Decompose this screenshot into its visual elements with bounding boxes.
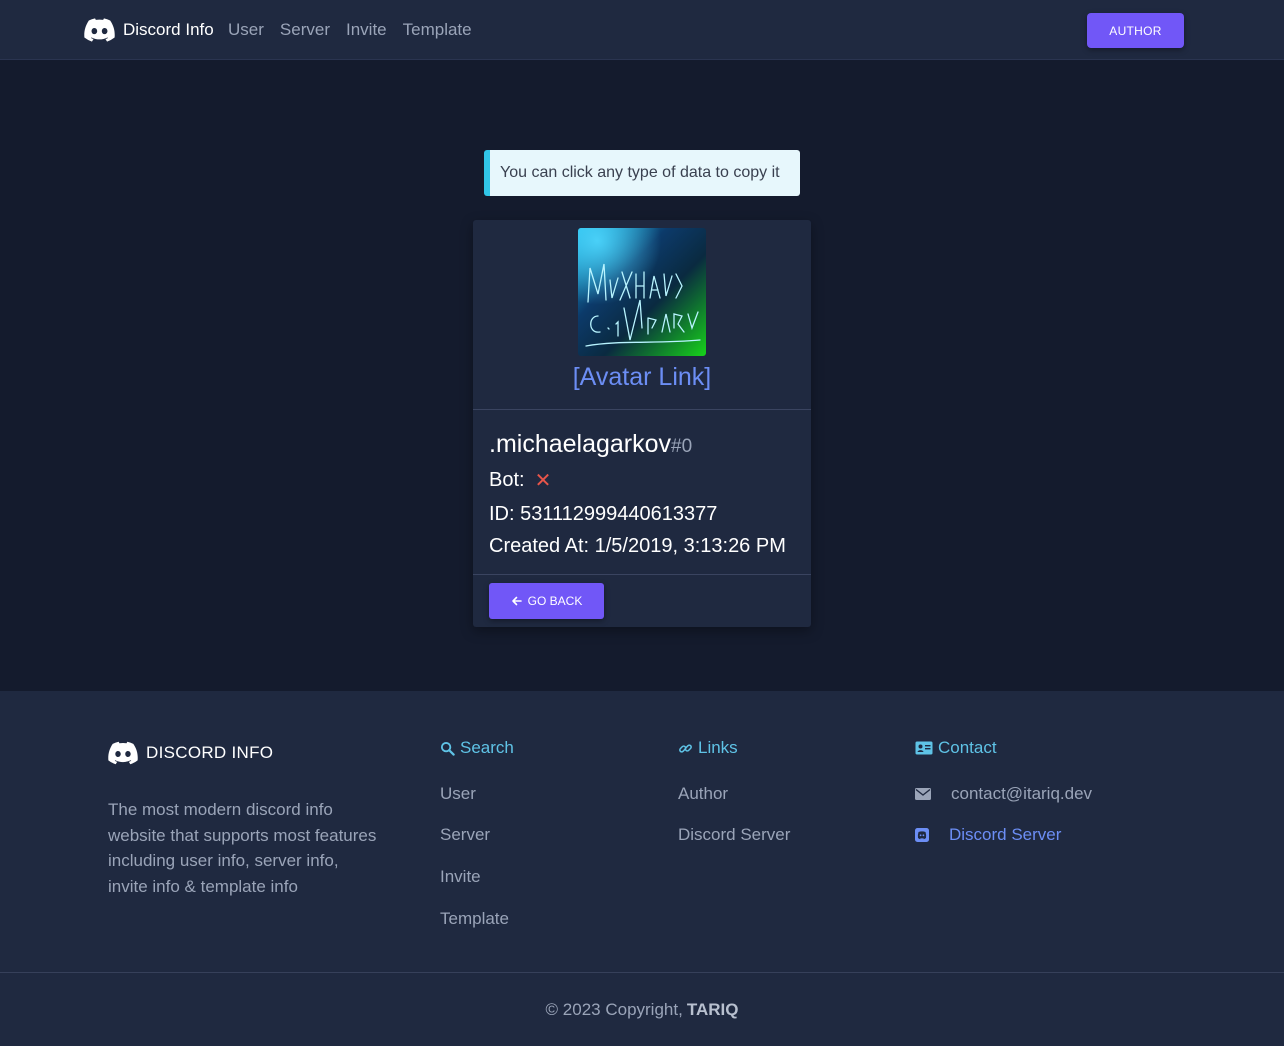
footer-brand: DISCORD INFO <box>108 741 273 765</box>
footer-description: The most modern discord info website tha… <box>108 800 377 896</box>
footer-link-discord-server[interactable]: Discord Server <box>678 825 790 845</box>
nav-links: User Server Invite Template <box>228 20 472 40</box>
nav-link-invite[interactable]: Invite <box>346 20 387 40</box>
footer-link-author[interactable]: Author <box>678 784 728 804</box>
copyright-name[interactable]: TARIQ <box>687 1000 739 1020</box>
avatar-link[interactable]: [Avatar Link] <box>473 363 811 392</box>
user-id[interactable]: ID: 531112999440613377 <box>489 503 717 526</box>
created-at[interactable]: Created At: 1/5/2019, 3:13:26 PM <box>489 535 786 558</box>
contact-discord-row[interactable]: Discord Server <box>915 825 1061 845</box>
brand-link[interactable]: Discord Info <box>84 18 214 42</box>
alert-text: You can click any type of data to copy i… <box>500 164 780 181</box>
card-divider-bottom <box>473 574 811 575</box>
footer-brand-text: DISCORD INFO <box>146 743 274 762</box>
copy-hint-alert: You can click any type of data to copy i… <box>484 150 800 196</box>
arrow-left-icon <box>511 596 522 606</box>
footer-link-user[interactable]: User <box>440 784 476 804</box>
footer-links-column: Links <box>678 738 738 758</box>
user-avatar[interactable] <box>578 228 706 356</box>
envelope-icon <box>915 788 931 800</box>
avatar-image <box>578 228 706 356</box>
bot-label: Bot: <box>489 469 525 491</box>
discord-logo-icon <box>108 741 138 765</box>
go-back-label: GO BACK <box>527 594 583 608</box>
go-back-button[interactable]: GO BACK <box>489 583 604 619</box>
footer-link-server[interactable]: Server <box>440 825 490 845</box>
discriminator: #0 <box>671 436 693 457</box>
footer-link-invite[interactable]: Invite <box>440 867 481 887</box>
contact-card-icon <box>915 741 933 755</box>
contact-email: contact@itariq.dev <box>951 784 1093 803</box>
user-card: [Avatar Link] .michaelagarkov#0 Bot: ✕ I… <box>473 220 811 627</box>
footer-contact-column: Contact <box>915 738 997 758</box>
contact-discord-link: Discord Server <box>949 825 1062 844</box>
search-icon <box>440 741 455 756</box>
link-icon <box>679 743 692 753</box>
username-text: .michaelagarkov <box>489 430 672 458</box>
footer-search-heading-text: Search <box>460 738 514 757</box>
author-button[interactable]: AUTHOR <box>1087 13 1184 48</box>
nav-link-server[interactable]: Server <box>280 20 330 40</box>
footer-contact-heading-text: Contact <box>938 738 997 757</box>
copyright-bar: © 2023 Copyright, TARIQ <box>0 972 1284 1046</box>
cross-icon: ✕ <box>534 470 552 492</box>
brand-text: Discord Info <box>123 20 214 39</box>
footer-search-column: Search <box>440 738 514 758</box>
footer: DISCORD INFO The most modern discord inf… <box>0 691 1284 972</box>
card-divider-top <box>473 409 811 410</box>
copyright-text: © 2023 Copyright, <box>545 999 683 1019</box>
bot-status[interactable]: Bot: ✕ <box>489 468 551 493</box>
footer-link-template[interactable]: Template <box>440 909 509 929</box>
footer-links-heading-text: Links <box>698 738 738 757</box>
discord-square-icon <box>915 828 929 842</box>
footer-links-heading: Links <box>678 738 738 758</box>
username[interactable]: .michaelagarkov#0 <box>489 430 692 459</box>
footer-search-heading: Search <box>440 738 514 758</box>
nav-link-template[interactable]: Template <box>403 20 472 40</box>
discord-logo-icon <box>84 18 115 42</box>
contact-email-row[interactable]: contact@itariq.dev <box>915 784 1092 804</box>
footer-contact-heading: Contact <box>915 738 997 758</box>
navbar: Discord Info User Server Invite Template… <box>0 0 1284 60</box>
nav-link-user[interactable]: User <box>228 20 264 40</box>
